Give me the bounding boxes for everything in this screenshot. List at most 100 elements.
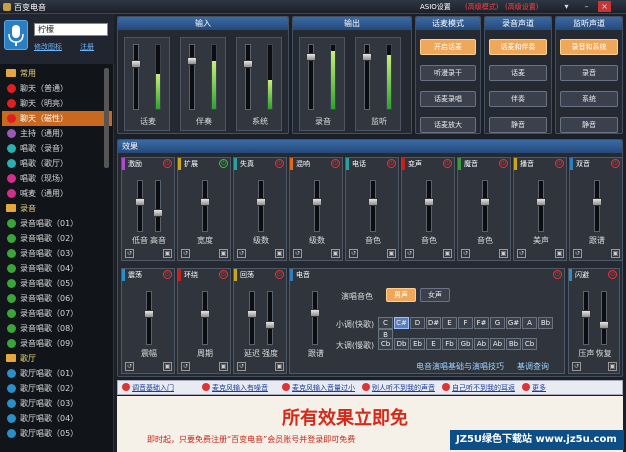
key-button[interactable]: C [378,317,393,329]
power-icon[interactable]: ⏻ [553,270,562,279]
effect-fader[interactable] [155,180,161,232]
reset-icon[interactable]: ↺ [293,249,302,258]
effect-knob[interactable] [592,198,602,207]
key-button[interactable]: A [522,317,537,329]
effect-knob[interactable] [368,198,378,207]
effect-fader[interactable] [312,291,318,345]
fader-knob[interactable] [187,56,197,65]
power-icon[interactable]: ⏻ [387,159,396,168]
effect-knob[interactable] [310,309,320,317]
key-button[interactable]: Bb [538,317,553,329]
preset-item[interactable]: 录音唱歌（07） [2,306,112,321]
preset-item[interactable]: 歌厅唱歌（05） [2,426,112,441]
help-link[interactable]: 自己听不到我的耳返 [442,383,515,393]
reset-icon[interactable]: ↺ [572,362,581,371]
preset-item[interactable]: 聊天（明亮） [2,96,112,111]
preset-item[interactable]: 歌厅唱歌（01） [2,366,112,381]
reset-icon[interactable]: ↺ [573,249,582,258]
preset-item[interactable]: 录音唱歌（03） [2,246,112,261]
asio-settings-link[interactable]: ASIO设置 [420,2,451,12]
preset-item[interactable]: 录音唱歌（05） [2,276,112,291]
key-button[interactable]: C# [394,317,409,329]
key-button[interactable]: E [442,317,457,329]
preset-item[interactable]: 聊天（普通） [2,81,112,96]
reset-icon[interactable]: ↺ [237,362,246,371]
save-icon[interactable]: ▣ [331,249,340,258]
mode-button[interactable]: 话麦放大 [420,117,476,133]
power-icon[interactable]: ⏻ [611,159,620,168]
key-lookup-link[interactable]: 基调查询 [508,361,558,372]
power-icon[interactable]: ⏻ [163,159,172,168]
effect-knob[interactable] [581,309,592,318]
help-link[interactable]: 更多 [522,383,546,393]
reset-icon[interactable]: ↺ [461,249,470,258]
preset-item[interactable]: 喊麦（通用） [2,186,112,201]
power-icon[interactable]: ⏻ [275,270,284,279]
fader-track[interactable] [189,44,195,110]
help-link[interactable]: 麦克风输入有噪音 [202,383,268,393]
key-button[interactable]: D [410,317,425,329]
key-button[interactable]: Cb [378,338,393,350]
mon-button[interactable]: 静音 [560,117,618,133]
mode-button[interactable]: 听漫录干 [420,65,476,81]
power-icon[interactable]: ⏻ [219,159,228,168]
register-link[interactable]: 注册 [80,42,94,52]
preset-item[interactable]: 主持（通用） [2,126,112,141]
tone-button[interactable]: 女声 [420,288,450,302]
save-icon[interactable]: ▣ [555,249,564,258]
preset-item[interactable]: 歌厅唱歌（04） [2,411,112,426]
reset-icon[interactable]: ↺ [125,249,134,258]
mon-button[interactable]: 录音 [560,65,618,81]
menu-icon[interactable]: ▾ [560,1,573,12]
minimize-icon[interactable]: – [580,1,593,12]
effect-knob[interactable] [200,198,210,207]
effect-knob[interactable] [256,198,266,207]
microphone-avatar-icon[interactable] [4,20,28,50]
key-button[interactable]: G# [506,317,521,329]
effect-knob[interactable] [153,208,163,217]
fader-knob[interactable] [362,53,372,62]
fader-knob[interactable] [306,53,316,62]
save-icon[interactable]: ▣ [443,249,452,258]
effect-knob[interactable] [480,198,490,207]
effect-fader[interactable] [202,291,208,345]
key-button[interactable]: E [426,338,441,350]
power-icon[interactable]: ⏻ [163,270,172,279]
key-button[interactable]: D# [426,317,441,329]
change-avatar-link[interactable]: 修改图标 [34,42,62,52]
preset-item[interactable]: 歌厅唱歌（03） [2,396,112,411]
effect-knob[interactable] [598,320,609,329]
autotune-guide-link[interactable]: 电音演唱基础与演唱技巧 [410,361,510,372]
preset-item[interactable]: 录音唱歌（06） [2,291,112,306]
key-button[interactable]: Eb [410,338,425,350]
key-button[interactable]: Ab [474,338,489,350]
effect-knob[interactable] [247,309,257,318]
key-button[interactable]: Fb [442,338,457,350]
preset-item[interactable]: 录音唱歌（09） [2,336,112,351]
save-icon[interactable]: ▣ [163,249,172,258]
fader-track[interactable] [245,44,251,110]
tone-button[interactable]: 男声 [386,288,416,302]
key-button[interactable]: G [490,317,505,329]
effect-knob[interactable] [144,309,154,318]
mode-button[interactable]: 开启话麦 [420,39,476,55]
rec-button[interactable]: 静音 [489,117,547,133]
key-button[interactable]: Db [394,338,409,350]
effect-knob[interactable] [424,198,434,207]
power-icon[interactable]: ⏻ [555,159,564,168]
save-icon[interactable]: ▣ [275,362,284,371]
help-link[interactable]: 别人听不到我的声音 [362,383,435,393]
save-icon[interactable]: ▣ [219,362,228,371]
preset-item[interactable]: 唱歌（歌厅） [2,156,112,171]
effect-fader[interactable] [600,291,607,345]
key-button[interactable]: Cb [522,338,537,350]
rec-button[interactable]: 话麦和伴奏 [489,39,547,55]
effect-knob[interactable] [200,309,210,318]
save-icon[interactable]: ▣ [219,249,228,258]
preset-item[interactable]: 唱歌（录音） [2,141,112,156]
power-icon[interactable]: ⏻ [608,270,617,279]
fader-knob[interactable] [243,59,253,68]
reset-icon[interactable]: ↺ [237,249,246,258]
reset-icon[interactable]: ↺ [349,249,358,258]
preset-item[interactable]: 录音唱歌（04） [2,261,112,276]
